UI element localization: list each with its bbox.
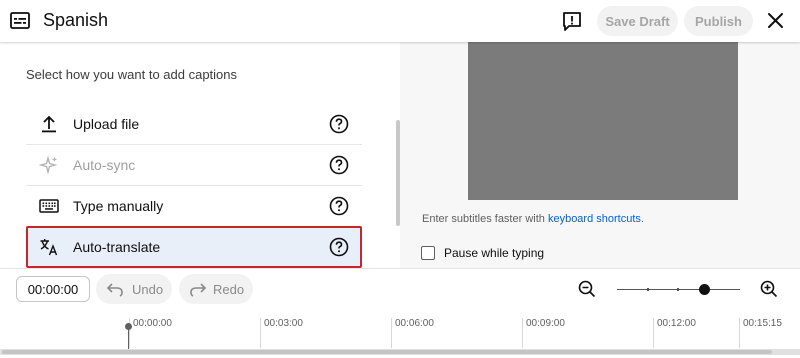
option-label: Auto-translate	[73, 239, 161, 255]
keyboard-shortcuts-link[interactable]: keyboard shortcuts	[548, 213, 641, 225]
ruler-label: 00:03:00	[264, 318, 303, 329]
ruler-tick	[522, 318, 523, 348]
hint-text: Enter subtitles faster with	[422, 213, 548, 225]
pause-while-typing-label: Pause while typing	[444, 246, 545, 260]
save-draft-button[interactable]: Save Draft	[597, 6, 678, 36]
publish-button[interactable]: Publish	[684, 6, 753, 36]
option-auto-sync: Auto-sync	[26, 145, 362, 186]
help-icon[interactable]	[329, 196, 349, 216]
upload-icon	[42, 115, 56, 133]
ruler-label: 00:00:00	[133, 318, 172, 329]
help-icon[interactable]	[329, 114, 349, 134]
translate-icon	[40, 239, 58, 256]
ruler-label: 00:12:00	[657, 318, 696, 329]
page-title: Spanish	[43, 10, 109, 30]
zoom-tick	[677, 288, 679, 291]
timeline-scrollbar[interactable]	[2, 350, 772, 354]
zoom-tick	[647, 288, 649, 291]
keyboard-icon	[39, 199, 59, 213]
undo-icon	[106, 283, 123, 297]
ruler-tick	[653, 318, 654, 348]
video-preview[interactable]	[468, 42, 738, 200]
ruler-label: 00:15:15	[743, 318, 782, 329]
ruler-label: 00:06:00	[395, 318, 434, 329]
panel-title: Select how you want to add captions	[26, 67, 238, 82]
sparkle-icon	[39, 155, 58, 175]
current-time-field[interactable]: 00:00:00	[16, 276, 90, 302]
close-icon[interactable]	[766, 11, 785, 30]
hint-suffix: .	[640, 213, 644, 225]
playhead-handle[interactable]	[125, 323, 132, 330]
zoom-in-icon[interactable]	[760, 280, 778, 298]
redo-icon	[190, 283, 207, 297]
playhead[interactable]	[128, 328, 129, 350]
option-label: Auto-sync	[73, 157, 136, 173]
undo-label: Undo	[132, 282, 164, 297]
redo-label: Redo	[213, 282, 245, 297]
option-label: Upload file	[73, 116, 140, 132]
option-auto-translate[interactable]: Auto-translate	[26, 226, 362, 268]
shortcut-hint: Enter subtitles faster with keyboard sho…	[422, 213, 644, 225]
option-label: Type manually	[73, 198, 164, 214]
zoom-out-icon[interactable]	[578, 280, 596, 298]
option-type-manually[interactable]: Type manually	[26, 186, 362, 227]
ruler-tick	[739, 318, 740, 348]
editor-header: Spanish Save Draft Publish	[0, 0, 800, 42]
caption-method-panel: Select how you want to add captions Uplo…	[0, 42, 400, 268]
ruler-tick	[260, 318, 261, 348]
feedback-icon[interactable]	[561, 10, 583, 32]
undo-button[interactable]: Undo	[96, 274, 172, 304]
ruler-label: 00:09:00	[526, 318, 565, 329]
zoom-slider-handle[interactable]	[698, 284, 710, 295]
help-icon[interactable]	[329, 237, 349, 257]
ruler-tick	[391, 318, 392, 348]
subtitles-icon	[10, 12, 30, 29]
redo-button[interactable]: Redo	[179, 274, 253, 304]
help-icon[interactable]	[329, 155, 349, 175]
option-upload-file[interactable]: Upload file	[26, 104, 362, 145]
pause-while-typing-checkbox[interactable]	[421, 246, 435, 260]
